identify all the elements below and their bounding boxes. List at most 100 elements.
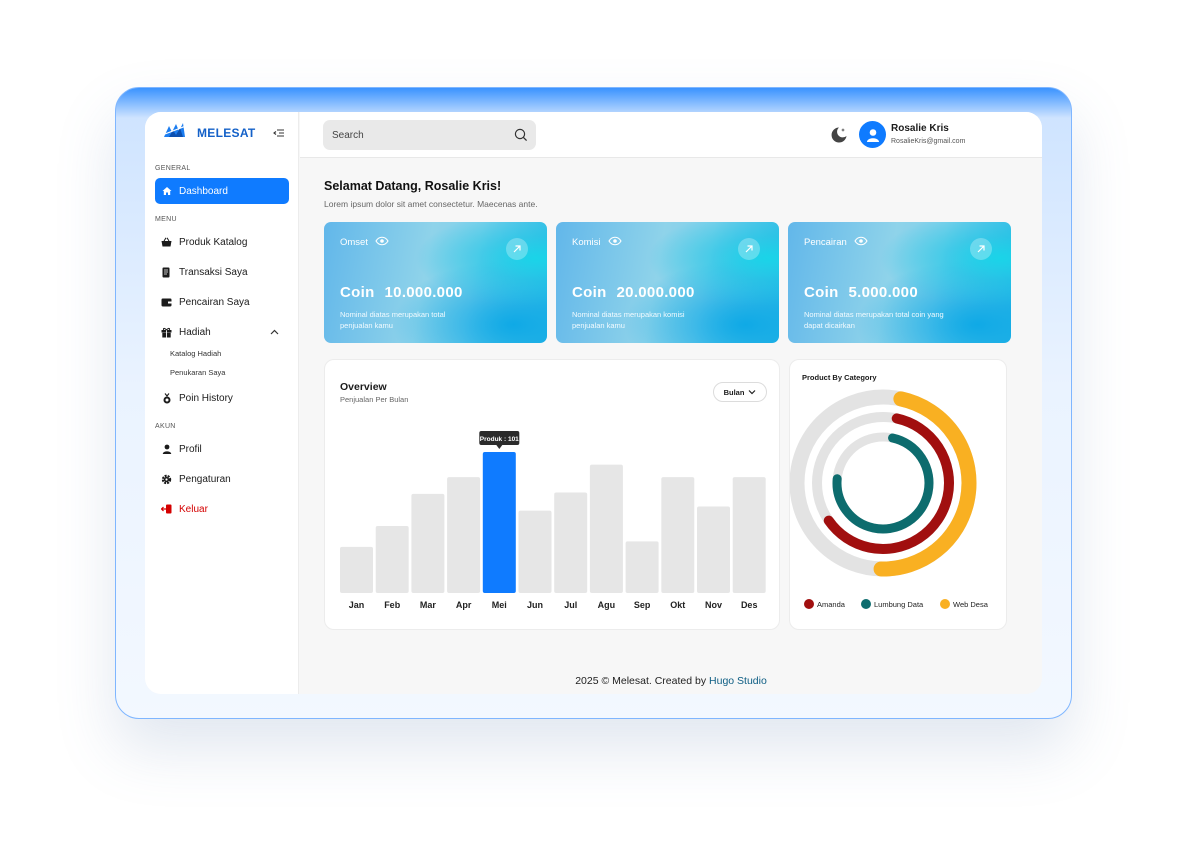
user-name: Rosalie Kris bbox=[891, 123, 949, 134]
overview-card: Jan Feb Mar Apr Mei Produk : 101 Jun Jul Agu Sep O… bbox=[324, 359, 780, 630]
legend-label: Web Desa bbox=[953, 599, 988, 609]
stat-label-wrap: Pencairan bbox=[804, 236, 868, 249]
sidebar-item-keluar[interactable]: Keluar bbox=[155, 496, 289, 522]
bar-agu[interactable] bbox=[589, 464, 623, 593]
x-tick-label: Mei bbox=[492, 600, 507, 610]
sidebar-subitem-penukaran-saya[interactable]: Penukaran Saya bbox=[170, 368, 225, 377]
period-dropdown[interactable]: Bulan bbox=[713, 382, 767, 402]
overview-title: Overview bbox=[340, 381, 387, 393]
bar-tooltip: Produk : 101 bbox=[479, 431, 520, 449]
footer-brand-link[interactable]: Hugo Studio bbox=[709, 675, 767, 687]
logo-text: MELESAT bbox=[197, 125, 256, 140]
sidebar-item-label: Keluar bbox=[179, 503, 208, 515]
sidebar-item-poin-history[interactable]: Poin History bbox=[155, 385, 289, 411]
x-tick-label: Mar bbox=[420, 600, 437, 610]
sidebar-item-hadiah[interactable]: Hadiah bbox=[155, 319, 289, 345]
bar-sep[interactable] bbox=[625, 541, 659, 593]
avatar[interactable] bbox=[859, 121, 886, 148]
sidebar-item-pencairan-saya[interactable]: Pencairan Saya bbox=[155, 289, 289, 315]
eye-icon[interactable] bbox=[607, 236, 622, 249]
overview-subtitle: Penjualan Per Bulan bbox=[340, 395, 409, 404]
section-label-menu: MENU bbox=[155, 216, 177, 223]
top-header: Rosalie Kris RosalieKris@gmail.com bbox=[300, 112, 1042, 158]
sidebar-subitem-katalog-hadiah[interactable]: Katalog Hadiah bbox=[170, 349, 221, 358]
stat-value-wrap: Coin 10.000.000 bbox=[340, 284, 463, 301]
legend-item-web-desa: Web Desa bbox=[940, 599, 988, 609]
eye-icon[interactable] bbox=[854, 236, 868, 249]
x-tick-label: Jul bbox=[564, 600, 577, 610]
stat-label-wrap: Omset bbox=[340, 236, 389, 249]
x-tick-label: Okt bbox=[670, 600, 685, 610]
stat-label-wrap: Komisi bbox=[572, 236, 622, 249]
stat-value: 5.000.000 bbox=[848, 284, 918, 301]
stat-currency: Coin bbox=[572, 284, 607, 301]
search-icon[interactable] bbox=[514, 128, 528, 147]
gear-icon bbox=[161, 474, 172, 485]
bar-okt[interactable] bbox=[661, 477, 695, 593]
category-title: Product By Category bbox=[802, 373, 877, 382]
stat-currency: Coin bbox=[340, 284, 375, 301]
legend-label: Lumbung Data bbox=[874, 599, 924, 609]
receipt-icon bbox=[161, 267, 172, 278]
bar-nov[interactable] bbox=[697, 506, 730, 593]
legend-label: Amanda bbox=[817, 599, 845, 609]
footer: 2025 © Melesat. Created by Hugo Studio bbox=[300, 675, 1042, 687]
sidebar-item-pengaturan[interactable]: Pengaturan bbox=[155, 466, 289, 492]
section-label-akun: AKUN bbox=[155, 423, 176, 430]
bar-apr[interactable] bbox=[447, 477, 481, 593]
bar-mei[interactable] bbox=[482, 452, 516, 593]
sidebar-item-produk-katalog[interactable]: Produk Katalog bbox=[155, 229, 289, 255]
stat-label: Komisi bbox=[572, 237, 601, 248]
screenshot-stage: MELESAT GENERAL Dashboard MENU Produk Ka… bbox=[0, 0, 1187, 863]
stat-card-omset: Omset Coin 10.000.000 Nominal diatas meru… bbox=[324, 222, 547, 343]
sidebar-item-label: Pengaturan bbox=[179, 473, 231, 485]
stat-currency: Coin bbox=[804, 284, 839, 301]
arrow-up-right-icon[interactable] bbox=[738, 238, 760, 260]
sidebar-collapse-icon[interactable] bbox=[273, 126, 285, 138]
eye-icon[interactable] bbox=[375, 236, 389, 249]
stat-description: Nominal diatas merupakan total coin yang… bbox=[804, 310, 944, 330]
stat-value-wrap: Coin 5.000.000 bbox=[804, 284, 918, 301]
sidebar-item-label: Hadiah bbox=[179, 326, 211, 338]
sidebar: MELESAT GENERAL Dashboard MENU Produk Ka… bbox=[145, 112, 299, 694]
stat-card-pencairan: Pencairan Coin 5.000.000 Nominal diatas m… bbox=[788, 222, 1011, 343]
bar-jul[interactable] bbox=[554, 492, 588, 593]
stat-description: Nominal diatas merupakan total penjualan… bbox=[340, 310, 446, 330]
arrow-up-right-icon[interactable] bbox=[506, 238, 528, 260]
sidebar-item-label: Dashboard bbox=[179, 185, 228, 197]
stat-value: 10.000.000 bbox=[384, 284, 463, 301]
stat-card-komisi: Komisi Coin 20.000.000 Nominal diatas mer… bbox=[556, 222, 779, 343]
app-logo[interactable]: MELESAT bbox=[163, 122, 256, 143]
bar-mar[interactable] bbox=[411, 493, 445, 593]
bar-jan[interactable] bbox=[340, 546, 373, 593]
user-email: RosalieKris@gmail.com bbox=[891, 138, 966, 145]
stat-label: Omset bbox=[340, 237, 368, 248]
search-input[interactable] bbox=[332, 129, 502, 141]
chevron-up-icon[interactable] bbox=[270, 327, 279, 338]
search-bar[interactable] bbox=[323, 120, 536, 150]
footer-text: 2025 © Melesat. Created by bbox=[575, 675, 707, 687]
bar-des[interactable] bbox=[732, 477, 766, 593]
basket-icon bbox=[161, 237, 172, 248]
x-tick-label: Nov bbox=[705, 600, 722, 610]
sidebar-item-label: Produk Katalog bbox=[179, 236, 248, 248]
dark-mode-toggle-icon[interactable] bbox=[830, 126, 848, 149]
arrow-up-right-icon[interactable] bbox=[970, 238, 992, 260]
welcome-subtitle: Lorem ipsum dolor sit amet consectetur. … bbox=[324, 199, 538, 209]
x-tick-label: Des bbox=[741, 600, 758, 610]
bar-jun[interactable] bbox=[518, 510, 552, 593]
bar-feb[interactable] bbox=[375, 525, 409, 593]
ring-arc-lumbung-data[interactable] bbox=[828, 428, 937, 537]
legend-item-lumbung-data: Lumbung Data bbox=[861, 599, 923, 609]
stat-value-wrap: Coin 20.000.000 bbox=[572, 284, 695, 301]
ring-arc-amanda[interactable] bbox=[805, 405, 962, 562]
logout-icon bbox=[161, 504, 172, 515]
home-icon bbox=[161, 186, 172, 197]
sidebar-item-dashboard[interactable]: Dashboard bbox=[155, 178, 289, 204]
sidebar-item-label: Transaksi Saya bbox=[179, 266, 248, 278]
tooltip-pointer bbox=[496, 445, 503, 449]
sidebar-item-profil[interactable]: Profil bbox=[155, 436, 289, 462]
welcome-title: Selamat Datang, Rosalie Kris! bbox=[324, 179, 502, 193]
sidebar-item-transaksi-saya[interactable]: Transaksi Saya bbox=[155, 259, 289, 285]
medal-icon bbox=[161, 392, 172, 404]
